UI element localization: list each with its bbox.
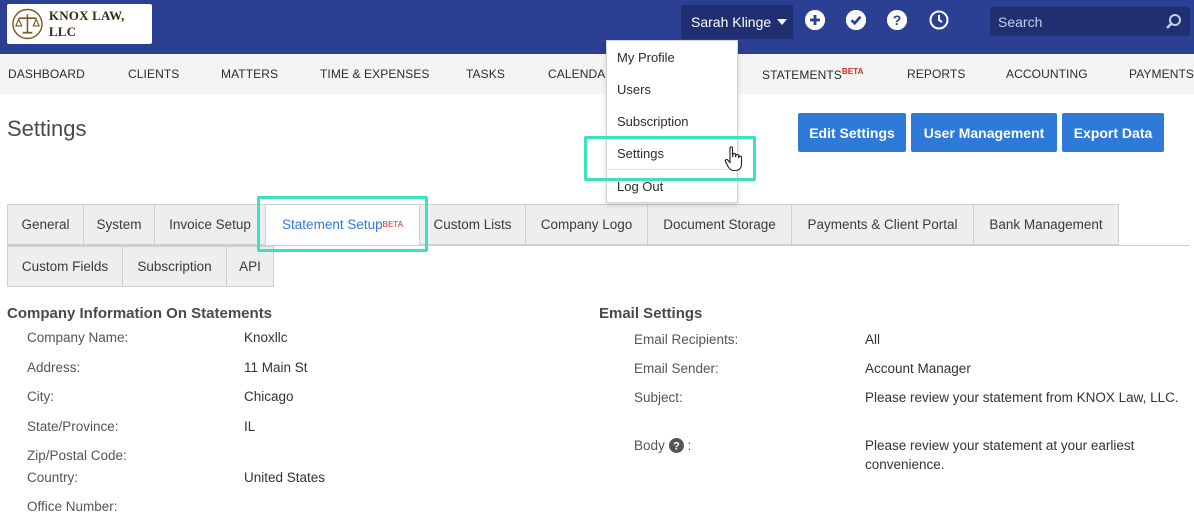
nav-payments[interactable]: PAYMENTS [1129, 67, 1194, 81]
tab-company-logo[interactable]: Company Logo [525, 204, 648, 245]
menu-item-settings[interactable]: Settings [617, 146, 664, 161]
nav-tasks[interactable]: TASKS [466, 67, 505, 81]
country-value: United States [244, 470, 326, 485]
tab-beta-badge: BETA [382, 220, 403, 229]
nav-dashboard[interactable]: DASHBOARD [8, 67, 85, 81]
subject-label: Subject: [634, 390, 683, 405]
nav-clients[interactable]: CLIENTS [128, 67, 179, 81]
tab-system[interactable]: System [83, 204, 155, 245]
nav-statements-label: STATEMENTS [762, 68, 842, 82]
company-name-label: Company Name: [27, 330, 129, 345]
top-header: KNOX LAW, LLC Sarah Klinge ? [0, 0, 1194, 54]
check-icon[interactable] [846, 10, 866, 30]
page-title: Settings [7, 116, 87, 141]
company-logo[interactable]: KNOX LAW, LLC [7, 4, 152, 44]
nav-accounting[interactable]: ACCOUNTING [1006, 67, 1088, 81]
company-info-title: Company Information On Statements [7, 305, 273, 322]
export-data-button[interactable]: Export Data [1062, 113, 1164, 152]
subject-value: Please review your statement from KNOX L… [865, 390, 1179, 405]
menu-item-users[interactable]: Users [617, 82, 651, 97]
tab-statement-setup-label: Statement Setup [282, 217, 383, 232]
nav-matters[interactable]: MATTERS [221, 67, 278, 81]
help-icon[interactable]: ? [887, 10, 907, 30]
tab-subscription[interactable]: Subscription [122, 246, 227, 287]
tab-invoice-setup[interactable]: Invoice Setup [154, 204, 266, 245]
menu-item-my-profile[interactable]: My Profile [617, 50, 675, 65]
body-label-colon: : [687, 438, 692, 453]
svg-text:?: ? [893, 12, 902, 28]
nav-time-expenses[interactable]: TIME & EXPENSES [320, 67, 430, 81]
tab-statement-setup[interactable]: Statement Setup BETA [265, 204, 420, 245]
nav-calendar[interactable]: CALENDAR [548, 67, 614, 81]
zip-code-label: Zip/Postal Code: [27, 448, 127, 463]
address-label: Address: [27, 360, 81, 375]
email-sender-value: Account Manager [865, 361, 971, 376]
logo-text: KNOX LAW, LLC [48, 8, 125, 39]
svg-text:?: ? [673, 441, 680, 453]
user-management-button[interactable]: User Management [911, 113, 1057, 152]
add-icon[interactable] [805, 10, 825, 30]
caret-down-icon [777, 19, 788, 25]
body-label-group: Body? : [634, 438, 691, 453]
email-settings-title: Email Settings [599, 305, 703, 322]
office-number-label: Office Number: [27, 499, 118, 514]
nav-statements[interactable]: STATEMENTSBETA [762, 67, 863, 82]
beta-badge: BETA [841, 67, 864, 76]
tab-custom-fields[interactable]: Custom Fields [7, 246, 123, 287]
state-province-label: State/Province: [27, 419, 119, 434]
tab-api[interactable]: API [226, 246, 274, 287]
scales-of-justice-icon [12, 8, 43, 40]
search-input[interactable] [990, 7, 1160, 36]
company-name-value: Knoxllc [244, 330, 288, 345]
search-box [990, 7, 1190, 36]
body-value: Please review your statement at your ear… [865, 438, 1135, 472]
question-circle-icon[interactable]: ? [668, 438, 684, 453]
search-icon[interactable] [1165, 13, 1182, 30]
body-label: Body [634, 438, 665, 453]
tab-payments-client-portal[interactable]: Payments & Client Portal [791, 204, 974, 245]
tab-document-storage[interactable]: Document Storage [647, 204, 792, 245]
nav-reports[interactable]: REPORTS [907, 67, 966, 81]
edit-settings-button[interactable]: Edit Settings [798, 113, 906, 152]
country-label: Country: [27, 470, 79, 485]
menu-item-log-out[interactable]: Log Out [617, 179, 663, 194]
email-recipients-label: Email Recipients: [634, 332, 739, 347]
user-menu-button[interactable]: Sarah Klinge [681, 5, 793, 39]
tab-general[interactable]: General [7, 204, 84, 245]
state-province-value: IL [244, 419, 256, 434]
main-nav: DASHBOARD CLIENTS MATTERS TIME & EXPENSE… [0, 54, 1194, 94]
menu-item-subscription[interactable]: Subscription [617, 114, 689, 129]
tab-custom-lists[interactable]: Custom Lists [419, 204, 526, 245]
user-dropdown-menu: My Profile Users Subscription Settings L… [606, 40, 738, 203]
menu-divider [607, 169, 737, 170]
clock-icon[interactable] [929, 10, 949, 30]
city-label: City: [27, 389, 54, 404]
email-sender-label: Email Sender: [634, 361, 719, 376]
city-value: Chicago [244, 389, 294, 404]
user-name: Sarah Klinge [691, 14, 772, 30]
email-recipients-value: All [865, 332, 881, 347]
tab-bank-management[interactable]: Bank Management [973, 204, 1119, 245]
address-value: 11 Main St [244, 360, 308, 375]
hand-cursor-icon [724, 146, 743, 172]
